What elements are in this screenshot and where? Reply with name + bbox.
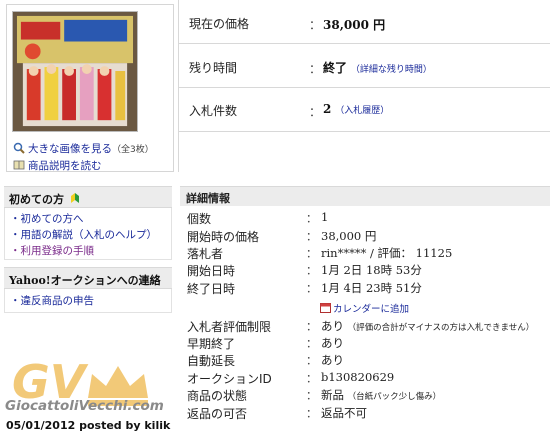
detail-value: 38,000 円 — [321, 229, 377, 243]
calendar-icon — [320, 302, 331, 313]
beginners-header: 初めての方 — [4, 186, 172, 208]
beginner-mark-icon — [70, 192, 80, 207]
detail-value: あり — [321, 353, 344, 367]
colon: ： — [306, 212, 317, 225]
detail-label: 開始日時 — [187, 264, 236, 278]
detail-value: 新品 （台紙パック少し傷み） — [321, 388, 442, 402]
colon: ： — [306, 320, 317, 333]
time-left-value: 終了 （詳細な残り時間） — [323, 61, 432, 75]
current-price-row: 現在の価格 ： 38,000 円 — [179, 0, 550, 44]
add-to-calendar-link[interactable]: カレンダーに追加 — [320, 301, 409, 315]
detail-label: 自動延長 — [187, 354, 236, 368]
posted-by-caption: 05/01/2012 posted by kilik — [6, 419, 171, 432]
item-thumbnail[interactable] — [12, 11, 138, 132]
detail-label: 開始時の価格 — [187, 230, 260, 244]
add-to-calendar-label[interactable]: カレンダーに追加 — [333, 304, 409, 315]
detailed-time-left-link[interactable]: （詳細な残り時間） — [351, 65, 432, 75]
bid-count-value: 2 （入札履歴） — [323, 102, 390, 116]
book-icon — [13, 159, 25, 171]
report-violation-link[interactable]: ・違反商品の申告 — [10, 293, 94, 308]
colon: ： — [306, 407, 317, 420]
beginners-title: 初めての方 — [9, 193, 64, 206]
read-description-link[interactable]: 商品説明を読む — [13, 158, 102, 173]
detail-value: 1月 2日 18時 53分 — [321, 263, 422, 277]
condition-note: （台紙パック少し傷み） — [347, 392, 442, 402]
auction-id-value: b130820629 — [321, 370, 395, 384]
detail-row-early-end: 早期終了 ： あり — [180, 335, 550, 352]
current-price-value: 38,000 円 — [323, 18, 386, 32]
detail-row-returns: 返品の可否 ： 返品不可 — [180, 405, 550, 422]
detail-label: 落札者 — [187, 247, 224, 261]
image-count: （全3枚） — [112, 145, 154, 155]
colon: ： — [306, 282, 317, 295]
detail-value: 1月 4日 23時 51分 — [321, 281, 422, 295]
details-header: 詳細情報 — [180, 186, 550, 206]
colon: ： — [309, 62, 322, 76]
colon: ： — [309, 105, 322, 119]
detail-value: あり — [321, 336, 344, 350]
read-description-label[interactable]: 商品説明を読む — [28, 160, 102, 172]
detail-label: オークションID — [187, 372, 272, 386]
detail-label: 商品の状態 — [187, 389, 248, 403]
detail-label: 個数 — [187, 212, 212, 226]
colon: ： — [309, 18, 322, 32]
beginners-link-glossary[interactable]: ・用語の解説（入札のヘルプ） — [10, 227, 157, 242]
detail-row-winner: 落札者 ： rin***** / 評価： 11125 — [180, 245, 550, 262]
colon: ： — [306, 264, 317, 277]
detail-label: 終了日時 — [187, 282, 236, 296]
detail-label: 返品の可否 — [187, 407, 248, 421]
beginners-link-registration[interactable]: ・利用登録の手順 — [10, 243, 94, 258]
bid-count-label: 入札件数 — [189, 104, 238, 118]
detail-row-rating-limit: 入札者評価制限 ： あり （評価の合計がマイナスの方は入札できません） — [180, 318, 550, 335]
bid-history-link[interactable]: （入札履歴） — [335, 106, 389, 116]
colon: ： — [306, 230, 317, 243]
colon: ： — [306, 389, 317, 402]
rating-limit-note: （評価の合計がマイナスの方は入札できません） — [347, 323, 535, 333]
colon: ： — [306, 354, 317, 367]
detail-label: 入札者評価制限 — [187, 320, 272, 334]
contact-title: Yahoo!オークションへの連絡 — [9, 274, 161, 287]
view-large-image-label[interactable]: 大きな画像を見る — [28, 143, 112, 155]
beginners-link-intro[interactable]: ・初めての方へ — [10, 211, 84, 226]
detail-row-quantity: 個数 ： 1 — [180, 210, 550, 227]
view-large-image-link[interactable]: 大きな画像を見る（全3枚） — [13, 141, 154, 156]
detail-row-end-date: 終了日時 ： 1月 4日 23時 51分 — [180, 280, 550, 297]
toy-figures-image — [13, 12, 137, 131]
detail-value: 返品不可 — [321, 406, 367, 420]
detail-value: 1 — [321, 210, 329, 224]
colon: ： — [306, 372, 317, 385]
watermark-site: GiocattoliVecchi.com — [5, 398, 164, 414]
magnifier-icon — [13, 142, 25, 154]
colon: ： — [306, 337, 317, 350]
current-price-label: 現在の価格 — [189, 17, 250, 31]
detail-label: 早期終了 — [187, 337, 236, 351]
detail-row-start-price: 開始時の価格 ： 38,000 円 — [180, 228, 550, 245]
time-left-row: 残り時間 ： 終了 （詳細な残り時間） — [179, 44, 550, 88]
time-left-label: 残り時間 — [189, 61, 238, 75]
contact-header: Yahoo!オークションへの連絡 — [4, 267, 172, 289]
detail-value: あり （評価の合計がマイナスの方は入札できません） — [321, 319, 535, 333]
detail-row-auto-extend: 自動延長 ： あり — [180, 352, 550, 369]
bid-count-row: 入札件数 ： 2 （入札履歴） — [179, 88, 550, 132]
item-image-box: 大きな画像を見る（全3枚） 商品説明を読む — [6, 4, 174, 172]
detail-row-start-date: 開始日時 ： 1月 2日 18時 53分 — [180, 262, 550, 279]
price-summary: 現在の価格 ： 38,000 円 残り時間 ： 終了 （詳細な残り時間） 入札件… — [178, 0, 550, 172]
winner-value[interactable]: rin***** / 評価： 11125 — [321, 245, 452, 261]
colon: ： — [306, 247, 317, 260]
detail-row-condition: 商品の状態 ： 新品 （台紙パック少し傷み） — [180, 387, 550, 404]
detail-row-auction-id: オークションID ： b130820629 — [180, 370, 550, 387]
